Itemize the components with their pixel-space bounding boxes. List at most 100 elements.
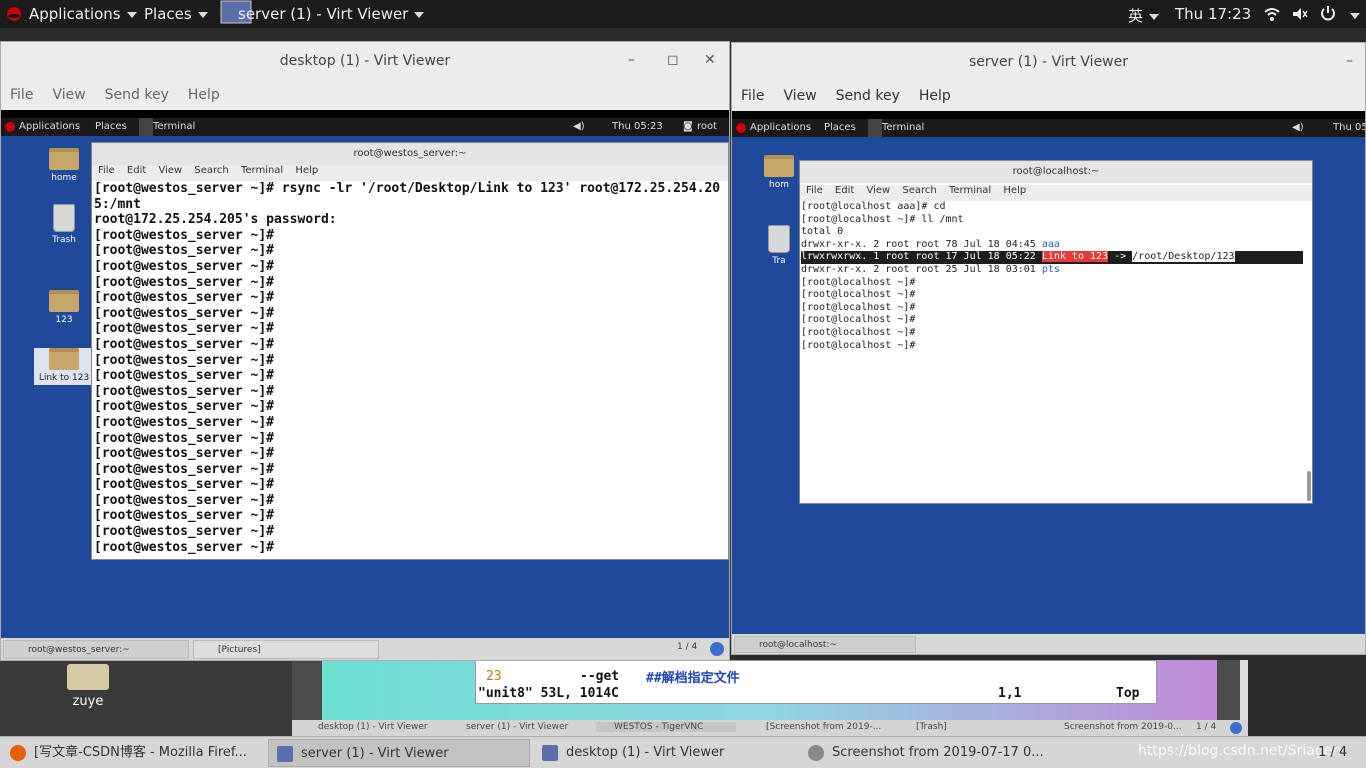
input-method-menu[interactable]: 英: [1128, 5, 1160, 26]
terminal-scrollbar[interactable]: [1307, 471, 1311, 501]
vnc-pager[interactable]: 1 / 4: [1196, 722, 1216, 732]
home-folder-icon: [764, 155, 794, 177]
guest-terminal-menu[interactable]: Terminal: [882, 122, 924, 133]
guest-icon-123[interactable]: 123: [34, 290, 94, 325]
terminal-title: root@localhost:~: [800, 161, 1312, 183]
workspace-pager[interactable]: 1 / 4: [1318, 745, 1347, 760]
terminal-menu-search[interactable]: Search: [902, 185, 936, 196]
terminal-window[interactable]: root@westos_server:~ File Edit View Sear…: [91, 142, 729, 560]
menu-send-key[interactable]: Send key: [836, 88, 900, 104]
guest-taskbar: root@localhost:~: [732, 634, 1365, 654]
task-screenshot[interactable]: Screenshot from 2019-07-17 0...: [800, 739, 1062, 767]
terminal-menu-view[interactable]: View: [158, 165, 182, 176]
terminal-line-selected: lrwxrwxrwx. 1 root root 17 Jul 18 05:22 …: [801, 251, 1303, 264]
guest-clock[interactable]: Thu 05: [1333, 122, 1365, 133]
terminal-menu-view[interactable]: View: [866, 185, 890, 196]
task-server-virt-viewer[interactable]: server (1) - Virt Viewer: [268, 739, 530, 767]
guest-places-menu[interactable]: Places: [95, 121, 127, 132]
terminal-line: [root@westos_server ~]#: [94, 243, 275, 259]
minimize-button[interactable]: –: [628, 52, 635, 68]
terminal-menu-edit[interactable]: Edit: [127, 165, 146, 176]
system-menu-chevron-icon[interactable]: [1344, 6, 1360, 24]
volume-icon[interactable]: [1292, 6, 1308, 26]
menu-file[interactable]: File: [10, 87, 33, 103]
vnc-info-icon[interactable]: [1230, 722, 1242, 734]
guest-info-icon[interactable]: [710, 642, 724, 656]
task-desktop-virt-viewer[interactable]: desktop (1) - Virt Viewer: [534, 739, 796, 767]
vnc-task-tigervnc[interactable]: WESTOS - TigerVNC: [596, 722, 736, 732]
terminal-menu-terminal[interactable]: Terminal: [241, 165, 283, 176]
terminal-output[interactable]: [root@localhost aaa]# cd [root@localhost…: [800, 201, 1312, 352]
guest-icon-home[interactable]: home: [34, 148, 94, 183]
terminal-menu-file[interactable]: File: [98, 165, 115, 176]
user-icon[interactable]: ◙: [683, 121, 693, 132]
terminal-line: [root@westos_server ~]#: [94, 477, 275, 493]
vnc-task-server[interactable]: server (1) - Virt Viewer: [448, 722, 588, 732]
guest-display[interactable]: Applications Places Terminal ◀) Thu 05:2…: [1, 118, 729, 660]
guest-pager[interactable]: 1 / 4: [677, 642, 697, 652]
terminal-menu-terminal[interactable]: Terminal: [949, 185, 991, 196]
guest-task-pictures[interactable]: [Pictures]: [193, 640, 379, 659]
terminal-line: [root@localhost ~]#: [801, 314, 916, 326]
desktop-virt-viewer-window: desktop (1) - Virt Viewer – ◻ ✕ File Vie…: [0, 41, 730, 661]
terminal-line: [root@westos_server ~]#: [94, 446, 275, 462]
vnc-task-screenshot[interactable]: [Screenshot from 2019-...: [748, 722, 888, 732]
guest-icon-link-to-123[interactable]: Link to 123: [34, 348, 94, 385]
guest-places-menu[interactable]: Places: [824, 122, 856, 133]
terminal-menu-help[interactable]: Help: [1003, 185, 1026, 196]
guest-applications-menu[interactable]: Applications: [19, 121, 80, 132]
vnc-task-screenshot2[interactable]: Screenshot from 2019-0...: [1046, 722, 1186, 732]
guest-task-terminal[interactable]: root@localhost:~: [734, 636, 916, 653]
guest-icon-home[interactable]: hom: [762, 155, 796, 190]
menu-view[interactable]: View: [783, 88, 816, 104]
terminal-menu-edit[interactable]: Edit: [835, 185, 854, 196]
guest-task-terminal[interactable]: root@westos_server:~: [3, 640, 189, 659]
guest-terminal-menu[interactable]: Terminal: [153, 121, 195, 132]
menu-view[interactable]: View: [52, 87, 85, 103]
applications-menu[interactable]: Applications: [29, 5, 137, 23]
terminal-menu-file[interactable]: File: [806, 185, 823, 196]
wifi-icon[interactable]: [1264, 6, 1280, 26]
redhat-logo-icon: [736, 123, 746, 133]
terminal-output[interactable]: [root@westos_server ~]# rsync -lr '/root…: [92, 181, 728, 555]
vim-editor[interactable]: 23 --get ##解档指定文件 "unit8" 53L, 1014C 1,1…: [475, 660, 1157, 704]
vnc-task-desktop[interactable]: desktop (1) - Virt Viewer: [300, 722, 440, 732]
menu-file[interactable]: File: [741, 88, 764, 104]
terminal-line: [root@westos_server ~]#: [94, 352, 275, 368]
guest-display[interactable]: Applications Places Terminal ◀) Thu 05 h…: [732, 119, 1365, 654]
home-folder-icon: [49, 148, 79, 170]
terminal-line: [root@westos_server ~]#: [94, 399, 275, 415]
vnc-task-trash[interactable]: [Trash]: [898, 722, 1038, 732]
terminal-line: [root@westos_server ~]#: [94, 539, 275, 555]
vim-status-top: Top: [1116, 686, 1140, 701]
active-window-menu[interactable]: server (1) - Virt Viewer: [238, 5, 425, 23]
terminal-window[interactable]: root@localhost:~ File Edit View Search T…: [799, 160, 1313, 504]
guest-user-menu[interactable]: root: [697, 121, 717, 132]
clock[interactable]: Thu 17:23: [1175, 5, 1251, 23]
close-button[interactable]: ✕: [704, 52, 716, 68]
desktop-icon-label: zuye: [72, 694, 104, 709]
vnc-scrollbar[interactable]: [1240, 660, 1248, 720]
desktop-icon-zuye[interactable]: zuye: [60, 664, 116, 709]
virt-viewer-icon: [542, 745, 558, 761]
menu-help[interactable]: Help: [188, 87, 220, 103]
guest-clock[interactable]: Thu 05:23: [612, 121, 663, 132]
minimize-button[interactable]: –: [1346, 53, 1353, 69]
task-firefox[interactable]: [写文章-CSDN博客 - Mozilla Firef...: [2, 739, 264, 767]
terminal-menu-search[interactable]: Search: [194, 165, 228, 176]
terminal-line: [root@westos_server ~]#: [94, 508, 275, 524]
terminal-line: [root@westos_server ~]# rsync -lr '/root…: [94, 181, 721, 196]
volume-icon[interactable]: ◀): [573, 121, 585, 132]
guest-icon-trash[interactable]: Tra: [762, 225, 796, 266]
trash-icon: [768, 225, 790, 253]
places-menu[interactable]: Places: [144, 5, 208, 23]
guest-applications-menu[interactable]: Applications: [750, 122, 811, 133]
power-icon[interactable]: [1320, 5, 1336, 25]
terminal-menu-help[interactable]: Help: [295, 165, 318, 176]
menu-send-key[interactable]: Send key: [105, 87, 169, 103]
menu-help[interactable]: Help: [919, 88, 951, 104]
bottom-taskbar: [写文章-CSDN博客 - Mozilla Firef... server (1…: [0, 736, 1366, 768]
guest-icon-trash[interactable]: Trash: [34, 204, 94, 245]
maximize-button[interactable]: ◻: [667, 52, 679, 68]
volume-icon[interactable]: ◀): [1292, 122, 1304, 133]
